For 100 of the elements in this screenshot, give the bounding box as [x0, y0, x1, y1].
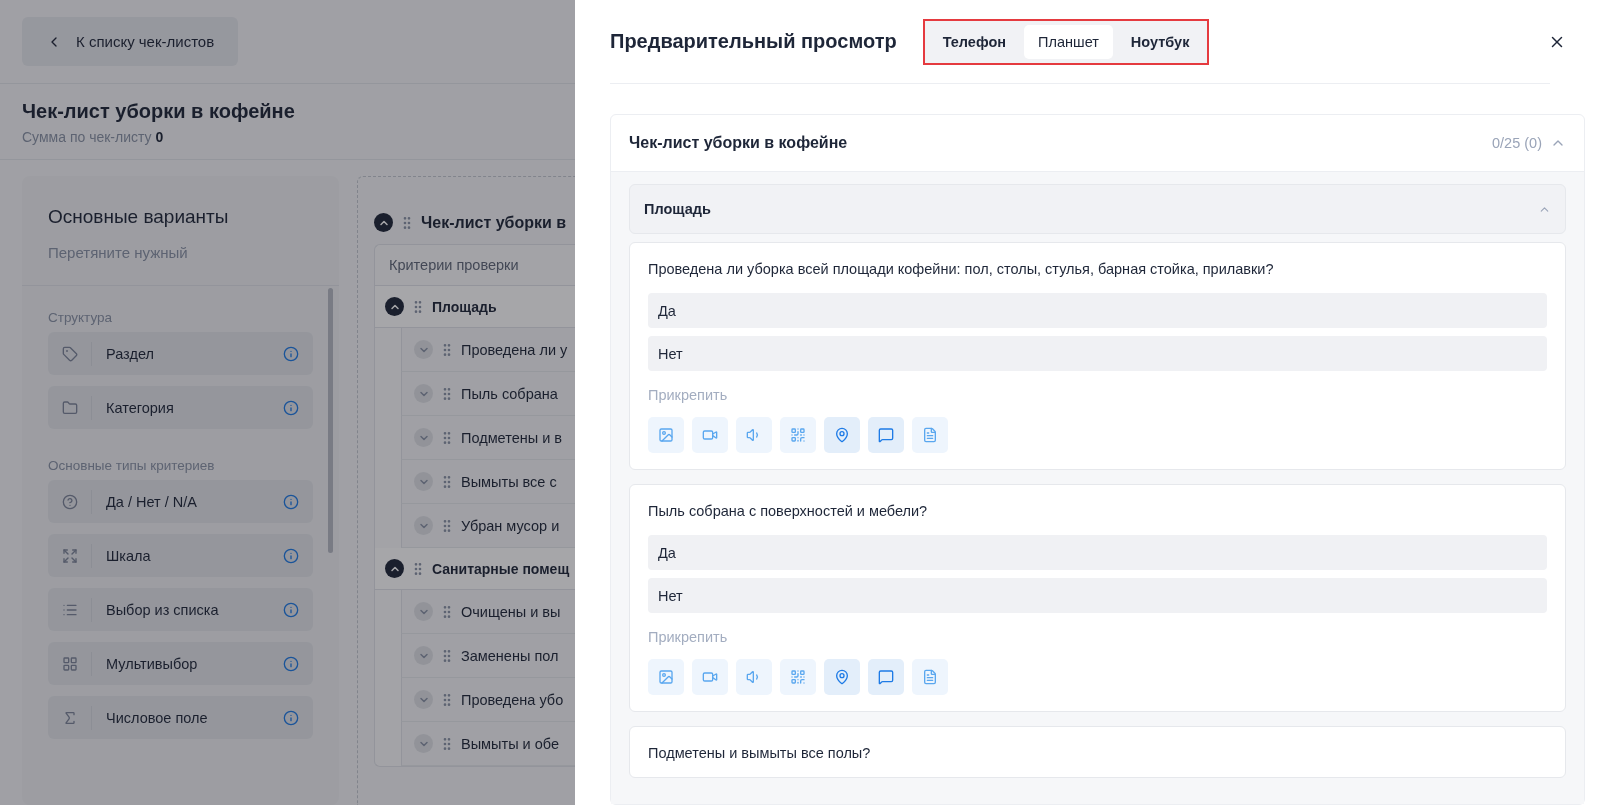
attach-label: Прикрепить — [648, 387, 729, 403]
attach-button[interactable] — [868, 417, 904, 453]
criterion-title: Очищены и вы — [461, 603, 561, 620]
attach-button[interactable] — [648, 417, 684, 453]
info-icon[interactable] — [283, 345, 299, 362]
criterion-title: Заменены пол — [461, 647, 559, 664]
palette-item[interactable]: Числовое поле — [48, 696, 313, 739]
answer-option[interactable]: Нет — [648, 336, 1547, 371]
toggle-button[interactable] — [414, 340, 433, 359]
question-text: Проведена ли уборка всей площади кофейни: пол, столы, стулья, барная стойка, прилавки? — [648, 261, 1275, 277]
attach-button[interactable] — [780, 659, 816, 695]
attach-button[interactable] — [868, 659, 904, 695]
video-camera-icon — [702, 669, 718, 685]
device-tab[interactable]: Планшет — [1024, 24, 1113, 59]
toggle-button[interactable] — [414, 384, 433, 403]
attach-button[interactable] — [780, 417, 816, 453]
info-icon[interactable] — [283, 601, 299, 618]
criterion-row[interactable]: Пыль собрана — [401, 372, 575, 416]
palette-item-label: Раздел — [106, 345, 155, 362]
toggle-button[interactable] — [414, 428, 433, 447]
folder-icon — [62, 399, 78, 416]
palette-item-label: Числовое поле — [106, 709, 209, 726]
answer-option[interactable]: Да — [648, 293, 1547, 328]
criterion-title: Вымыты все с — [461, 473, 557, 490]
location-pin-icon — [834, 427, 850, 443]
info-icon[interactable] — [283, 655, 299, 672]
palette-item[interactable]: Да / Нет / N/A — [48, 480, 313, 523]
palette-item[interactable]: Категория — [48, 386, 313, 429]
answer-option[interactable]: Нет — [648, 578, 1547, 613]
scrollbar[interactable] — [328, 288, 333, 553]
section-title: Площадь — [644, 201, 712, 217]
criterion-row[interactable]: Вымыты и обе — [401, 722, 575, 766]
attach-button[interactable] — [824, 659, 860, 695]
section-title: Площадь — [432, 298, 497, 315]
video-camera-icon — [702, 427, 718, 443]
toggle-button[interactable] — [385, 297, 404, 316]
location-pin-icon — [834, 669, 850, 685]
palette-item-label: Да / Нет / N/A — [106, 493, 198, 510]
checklist-title: Чек-лист уборки в кофейне — [629, 134, 849, 152]
palette-item-label: Категория — [106, 399, 175, 416]
section-title: Санитарные помещ — [432, 560, 570, 577]
attach-button[interactable] — [736, 659, 772, 695]
document-icon — [922, 427, 938, 443]
toggle-button[interactable] — [414, 734, 433, 753]
palette-item-label: Выбор из списка — [106, 601, 220, 618]
palette-item[interactable]: Выбор из списка — [48, 588, 313, 631]
attach-button[interactable] — [692, 417, 728, 453]
info-icon[interactable] — [283, 547, 299, 564]
qr-code-icon — [790, 427, 806, 443]
comment-icon — [878, 427, 894, 443]
back-button[interactable]: К списку чек-листов — [22, 17, 239, 66]
score: 0/25 (0) — [1492, 135, 1542, 151]
toggle-button[interactable] — [414, 516, 433, 535]
toggle-button[interactable] — [414, 646, 433, 665]
question-text: Пыль собрана с поверхностей и мебели? — [648, 503, 929, 519]
attach-button[interactable] — [648, 659, 684, 695]
criterion-title: Проведена убо — [461, 691, 564, 708]
criterion-row[interactable]: Подметены и в — [401, 416, 575, 460]
device-tab[interactable]: Телефон — [928, 24, 1021, 59]
tag-icon — [62, 345, 78, 362]
toggle-button[interactable] — [385, 559, 404, 578]
attach-button[interactable] — [912, 417, 948, 453]
criterion-row[interactable]: Очищены и вы — [401, 590, 575, 634]
toggle-button[interactable] — [414, 472, 433, 491]
criterion-row[interactable]: Заменены пол — [401, 634, 575, 678]
info-icon[interactable] — [283, 493, 299, 510]
comment-icon — [878, 669, 894, 685]
info-icon[interactable] — [283, 709, 299, 726]
attach-button[interactable] — [912, 659, 948, 695]
attach-button[interactable] — [736, 417, 772, 453]
qr-code-icon — [790, 669, 806, 685]
question-text: Подметены и вымыты все полы? — [648, 745, 872, 761]
page-title: Чек-лист уборки в кофейне — [22, 100, 296, 123]
group-label: Основные типы критериев — [48, 458, 216, 473]
toggle-button[interactable] — [414, 690, 433, 709]
checklist-title: Чек-лист уборки в — [421, 213, 567, 232]
section-header[interactable]: Площадь — [629, 184, 1566, 234]
palette-item-label: Шкала — [106, 547, 152, 564]
device-tab[interactable]: Ноутбук — [1116, 24, 1204, 59]
attach-button[interactable] — [824, 417, 860, 453]
toggle-button[interactable] — [414, 602, 433, 621]
criterion-title: Вымыты и обе — [461, 735, 559, 752]
toggle-button[interactable] — [374, 213, 393, 232]
image-icon — [658, 427, 674, 443]
answer-option[interactable]: Да — [648, 535, 1547, 570]
criterion-row[interactable]: Убран мусор и — [401, 504, 575, 548]
palette-item[interactable]: Шкала — [48, 534, 313, 577]
criterion-row[interactable]: Проведена убо — [401, 678, 575, 722]
group-label: Структура — [48, 310, 114, 325]
palette-title: Основные варианты — [48, 206, 230, 228]
criterion-row[interactable]: Проведена ли у — [401, 328, 575, 372]
info-icon[interactable] — [283, 399, 299, 416]
palette-item[interactable]: Мультивыбор — [48, 642, 313, 685]
attach-button[interactable] — [692, 659, 728, 695]
document-icon — [922, 669, 938, 685]
sigma-icon — [62, 709, 78, 726]
criterion-row[interactable]: Вымыты все с — [401, 460, 575, 504]
question-icon — [62, 493, 78, 510]
palette-item[interactable]: Раздел — [48, 332, 313, 375]
image-icon — [658, 669, 674, 685]
